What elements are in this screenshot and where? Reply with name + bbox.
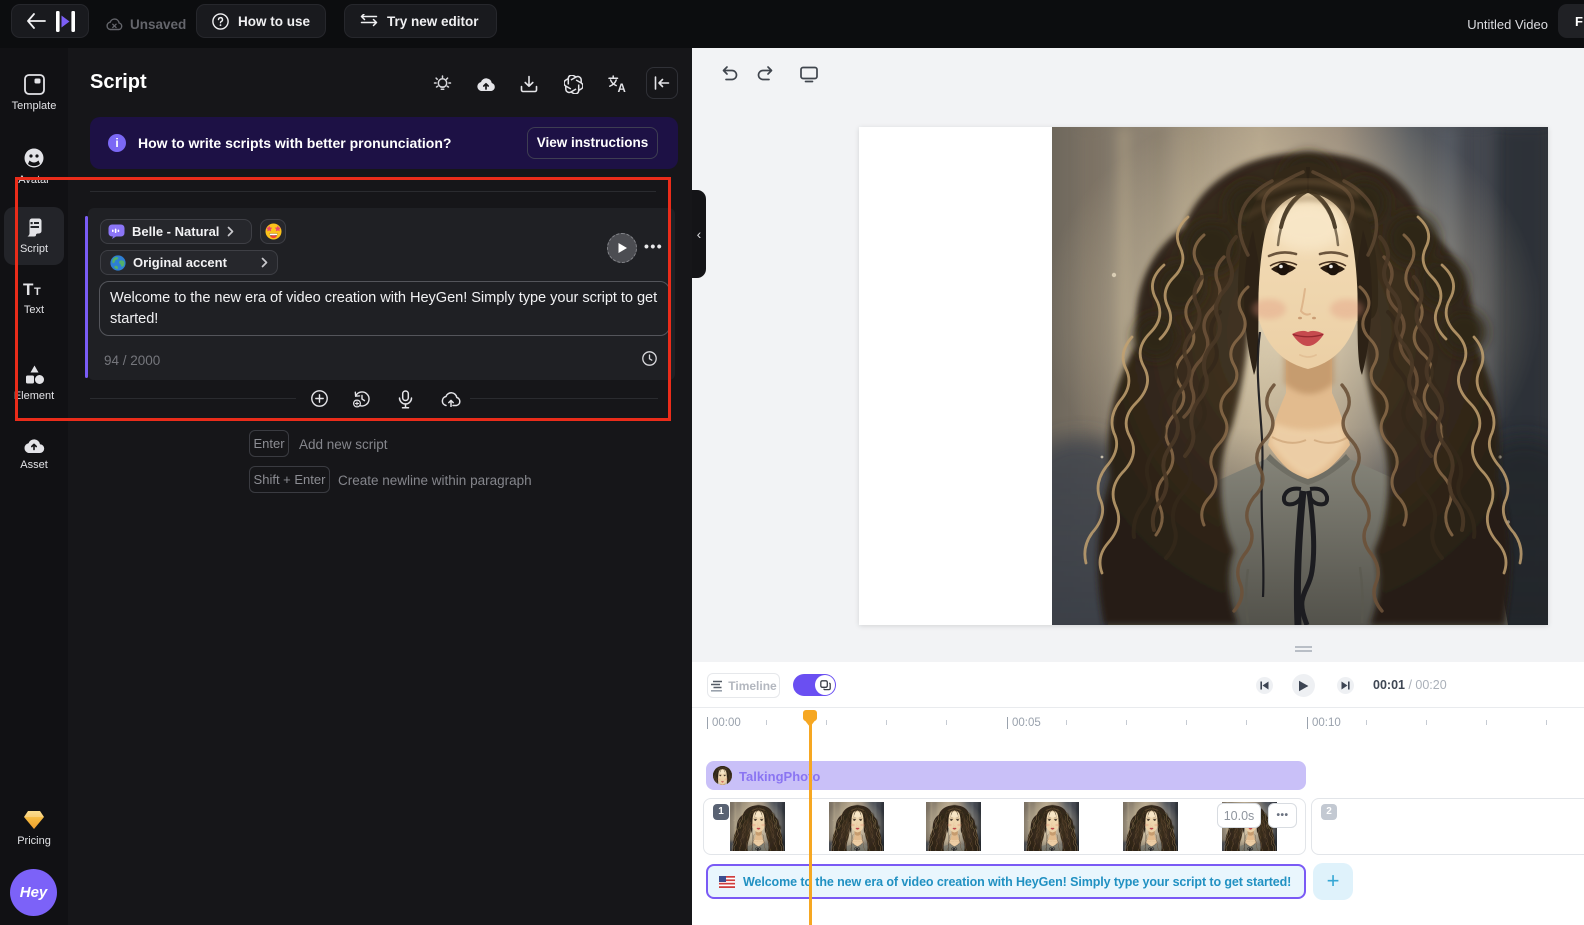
svg-text:A: A (618, 83, 626, 93)
